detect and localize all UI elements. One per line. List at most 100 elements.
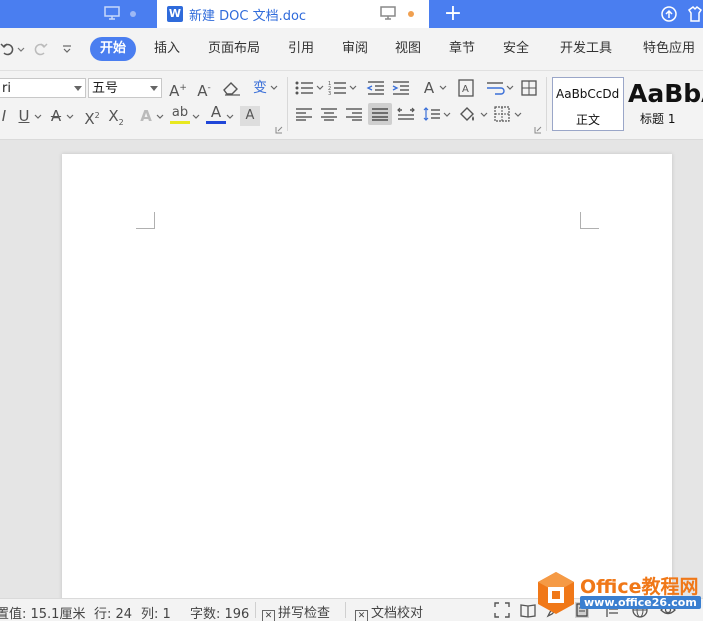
decrease-indent-icon[interactable] bbox=[366, 80, 386, 96]
menu-home[interactable]: 开始 bbox=[90, 37, 137, 61]
chevron-down-icon bbox=[150, 86, 158, 91]
svg-text:A: A bbox=[462, 84, 469, 95]
align-left-icon[interactable] bbox=[295, 107, 313, 121]
highlight-icon[interactable]: ab bbox=[170, 104, 190, 124]
italic-icon[interactable]: I bbox=[0, 106, 14, 126]
underline-icon[interactable]: U bbox=[14, 106, 34, 126]
writer-doc-icon: W bbox=[167, 6, 183, 22]
wps-writer-window: W 新建 DOC 文档.doc + 开始 插入 页面布局 引用 审阅 视图 章节… bbox=[0, 0, 703, 621]
paragraph-shading-icon[interactable] bbox=[458, 105, 478, 123]
menu-developer[interactable]: 开发工具 bbox=[560, 37, 612, 61]
align-justify-icon bbox=[372, 108, 388, 121]
redo-icon[interactable] bbox=[34, 42, 48, 56]
share-icon[interactable] bbox=[660, 5, 678, 23]
svg-text:3: 3 bbox=[328, 91, 331, 96]
fullscreen-icon[interactable] bbox=[494, 602, 510, 618]
chevron-down-icon[interactable] bbox=[439, 85, 447, 91]
chevron-down-icon[interactable] bbox=[316, 85, 324, 91]
char-shading-icon[interactable]: A bbox=[240, 106, 260, 126]
undo-dropdown-icon[interactable] bbox=[17, 42, 25, 56]
phonetic-guide-icon[interactable]: 变 bbox=[250, 78, 270, 98]
chevron-down-icon bbox=[74, 86, 82, 91]
font-size-select[interactable]: 五号 bbox=[88, 78, 162, 98]
ribbon-separator bbox=[546, 77, 547, 131]
chevron-down-icon[interactable] bbox=[34, 114, 42, 120]
borders-icon[interactable] bbox=[494, 106, 510, 122]
chevron-down-icon[interactable] bbox=[349, 85, 357, 91]
tab-title: 新建 DOC 文档.doc bbox=[189, 9, 307, 24]
status-column: 列: 1 bbox=[141, 607, 171, 621]
doc-proof-button[interactable]: ✕ 文档校对 bbox=[355, 602, 423, 621]
chevron-down-icon[interactable] bbox=[443, 112, 451, 118]
new-tab-button[interactable]: + bbox=[440, 1, 466, 27]
font-dialog-launcher-icon[interactable] bbox=[275, 126, 283, 134]
superscript-icon[interactable]: X2 bbox=[82, 106, 102, 128]
menu-page-layout[interactable]: 页面布局 bbox=[208, 37, 260, 61]
monitor-icon[interactable] bbox=[104, 6, 120, 20]
tab-active-document[interactable]: W 新建 DOC 文档.doc bbox=[157, 0, 429, 28]
customize-dropdown-icon[interactable] bbox=[62, 42, 72, 56]
font-size-value: 五号 bbox=[92, 81, 119, 96]
align-right-icon[interactable] bbox=[345, 107, 363, 121]
line-break-icon[interactable] bbox=[485, 80, 505, 96]
chevron-down-icon[interactable] bbox=[514, 112, 522, 118]
status-separator bbox=[345, 602, 346, 618]
paragraph-dialog-launcher-icon[interactable] bbox=[534, 126, 542, 134]
bullet-list-icon[interactable] bbox=[295, 80, 315, 96]
chinese-layout-icon[interactable]: A bbox=[457, 79, 475, 97]
menu-special-apps[interactable]: 特色应用 bbox=[643, 37, 695, 61]
menu-references[interactable]: 引用 bbox=[288, 37, 314, 61]
grow-font-icon[interactable]: A+ bbox=[168, 78, 188, 100]
status-separator bbox=[255, 602, 256, 618]
menu-review[interactable]: 审阅 bbox=[342, 37, 368, 61]
line-spacing-icon[interactable] bbox=[423, 107, 441, 121]
font-color-icon[interactable]: A bbox=[206, 104, 226, 124]
chevron-down-icon[interactable] bbox=[480, 112, 488, 118]
margin-marker-top-left bbox=[136, 212, 155, 229]
font-name-value: ri bbox=[2, 81, 11, 96]
align-center-icon[interactable] bbox=[320, 107, 338, 121]
text-effect-icon[interactable]: A bbox=[136, 106, 156, 126]
spell-check-button[interactable]: ✕ 拼写检查 bbox=[262, 602, 330, 621]
ribbon-separator bbox=[287, 77, 288, 131]
chevron-down-icon[interactable] bbox=[66, 114, 74, 120]
undo-icon[interactable] bbox=[0, 42, 14, 56]
justify-button[interactable] bbox=[368, 103, 392, 125]
style-heading-1[interactable]: AaBbA 标题 1 bbox=[626, 77, 703, 131]
shrink-font-icon[interactable]: A- bbox=[194, 78, 214, 100]
text-direction-icon[interactable]: A bbox=[419, 78, 439, 98]
menu-section[interactable]: 章节 bbox=[449, 37, 475, 61]
document-page[interactable] bbox=[62, 154, 672, 604]
spell-check-label: 拼写检查 bbox=[278, 606, 331, 621]
skin-icon[interactable] bbox=[686, 5, 703, 23]
chevron-down-icon[interactable] bbox=[226, 114, 234, 120]
chevron-down-icon[interactable] bbox=[192, 114, 200, 120]
font-name-select[interactable]: ri bbox=[0, 78, 86, 98]
tab-inactive[interactable] bbox=[0, 0, 157, 28]
menu-view[interactable]: 视图 bbox=[395, 37, 421, 61]
style-sample: AaBbA bbox=[628, 79, 703, 108]
monitor-icon[interactable] bbox=[380, 6, 396, 20]
show-hide-marks-icon[interactable] bbox=[520, 79, 538, 97]
menu-insert[interactable]: 插入 bbox=[154, 37, 180, 61]
clear-format-icon[interactable] bbox=[222, 80, 242, 96]
status-word-count[interactable]: 字数: 196 bbox=[190, 603, 249, 621]
subscript-icon[interactable]: X2 bbox=[106, 106, 126, 127]
margin-marker-top-right bbox=[580, 212, 599, 229]
numbered-list-icon[interactable]: 1 2 3 bbox=[328, 80, 348, 96]
chevron-down-icon[interactable] bbox=[270, 85, 278, 91]
document-canvas bbox=[0, 140, 703, 604]
chevron-down-icon[interactable] bbox=[156, 114, 164, 120]
increase-indent-icon[interactable] bbox=[391, 80, 411, 96]
tab-status-dot bbox=[130, 11, 136, 17]
style-normal[interactable]: AaBbCcDd 正文 bbox=[552, 77, 624, 131]
distributed-align-icon[interactable] bbox=[397, 107, 415, 121]
doc-proof-label: 文档校对 bbox=[371, 606, 424, 621]
reading-mode-icon[interactable] bbox=[520, 602, 536, 618]
style-gallery: AaBbCcDd 正文 AaBbA 标题 1 bbox=[550, 77, 703, 133]
strikethrough-icon[interactable]: A bbox=[46, 106, 66, 126]
title-bar: W 新建 DOC 文档.doc + bbox=[0, 0, 703, 28]
ribbon-home: ri 五号 A+ A- 变 I U A X2 X2 A ab A A 1 2 3… bbox=[0, 71, 703, 140]
chevron-down-icon[interactable] bbox=[506, 85, 514, 91]
menu-security[interactable]: 安全 bbox=[503, 37, 529, 61]
